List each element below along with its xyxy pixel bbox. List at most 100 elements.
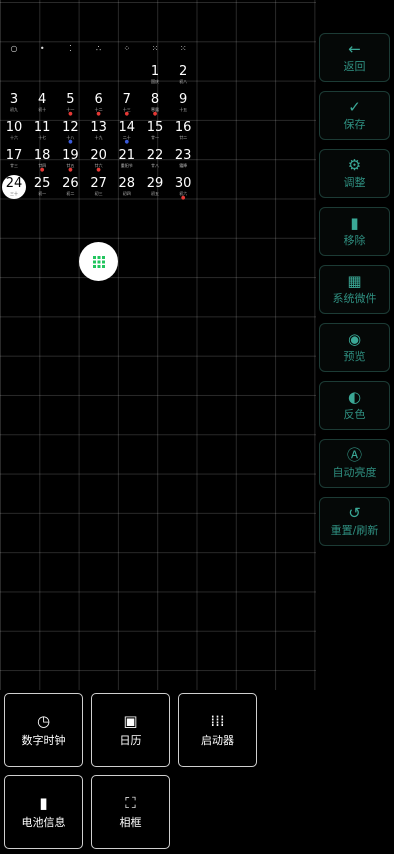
calendar-day[interactable]: 9 十五 bbox=[169, 93, 197, 121]
sidebar-button-label: 调整 bbox=[343, 176, 366, 189]
calendar-day[interactable]: 2 初八 bbox=[169, 65, 197, 93]
calendar-day[interactable]: 26 初二 bbox=[56, 177, 84, 205]
calendar-day[interactable]: 4 初十 bbox=[28, 93, 56, 121]
sidebar-button-check[interactable]: ✓ 保存 bbox=[319, 91, 390, 140]
event-marker: ● bbox=[152, 111, 158, 117]
day-number: 24 bbox=[5, 176, 23, 191]
event-marker: ● bbox=[181, 195, 186, 201]
calendar-day-today[interactable]: 24 三十 bbox=[0, 175, 28, 205]
calendar-day[interactable]: 8 寒露 ● bbox=[141, 93, 169, 121]
sidebar-button-widgets[interactable]: ▦ 系统微件 bbox=[319, 265, 390, 314]
moon-phase-icon: ⁙ bbox=[151, 44, 159, 53]
calendar-day[interactable]: 1 国庆 bbox=[141, 65, 169, 93]
sidebar-button-label: 保存 bbox=[343, 118, 366, 131]
day-number: 29 bbox=[146, 176, 164, 191]
calendar-day[interactable]: 12 十八 ● bbox=[56, 121, 84, 149]
calendar-day[interactable]: 16 廿二 bbox=[169, 121, 197, 149]
day-number: 30 bbox=[174, 176, 192, 191]
launcher-fab-button[interactable] bbox=[79, 242, 118, 281]
moon-phase-icon: • bbox=[39, 44, 45, 53]
widget-tile-calendar[interactable]: ▣ 日历 bbox=[91, 693, 170, 767]
day-number: 22 bbox=[146, 148, 164, 163]
calendar-day[interactable]: 18 廿四 ● bbox=[28, 149, 56, 177]
calendar-day[interactable]: 19 廿五 ● bbox=[56, 149, 84, 177]
day-number: 11 bbox=[33, 120, 51, 135]
moon-phase-icon: ⁙ bbox=[179, 44, 187, 53]
calendar-day[interactable]: 23 霜降 bbox=[169, 149, 197, 177]
lunar-date-label: 初九 bbox=[10, 107, 18, 112]
calendar-day[interactable]: 30 初六 ● bbox=[169, 177, 197, 205]
sidebar-button-trash[interactable]: ▮ 移除 bbox=[319, 207, 390, 256]
lunar-date-label: 国庆 bbox=[151, 79, 159, 84]
calendar-day[interactable]: 20 廿六 ● bbox=[85, 149, 113, 177]
check-icon: ✓ bbox=[348, 98, 361, 116]
calendar-day[interactable]: 3 初九 bbox=[0, 93, 28, 121]
widget-tile-grid[interactable]: ⁞⁞⁞ 启动器 bbox=[178, 693, 257, 767]
day-number: 18 bbox=[33, 148, 51, 163]
event-marker: ● bbox=[68, 167, 73, 173]
sidebar-button-contrast[interactable]: ◐ 反色 bbox=[319, 381, 390, 430]
auto-brightness-icon: Ⓐ bbox=[346, 446, 362, 464]
day-number: 20 bbox=[90, 148, 107, 163]
day-number: 12 bbox=[62, 120, 79, 135]
widgets-icon: ▦ bbox=[347, 272, 362, 290]
event-marker: ● bbox=[40, 167, 45, 173]
day-number: 21 bbox=[118, 148, 136, 163]
calendar-day[interactable]: 11 十七 bbox=[28, 121, 56, 149]
sidebar-button-label: 返回 bbox=[343, 60, 366, 73]
lunar-date-label: 重阳节 bbox=[120, 163, 133, 168]
event-marker: ● bbox=[124, 139, 129, 145]
sidebar-button-gear[interactable]: ⚙ 调整 bbox=[319, 149, 390, 198]
lunar-date-label: 三十 bbox=[10, 191, 18, 196]
sidebar-button-arrow-left[interactable]: ← 返回 bbox=[319, 33, 390, 82]
day-number: 17 bbox=[5, 148, 23, 163]
moon-phase-icon: ⁚ bbox=[69, 44, 72, 53]
day-number: 25 bbox=[33, 176, 51, 191]
widget-tile-battery[interactable]: ▮ 电池信息 bbox=[4, 775, 83, 849]
calendar-day[interactable]: 14 二十 ● bbox=[113, 121, 141, 149]
day-number: 5 bbox=[66, 92, 75, 107]
reset-icon: ↺ bbox=[348, 504, 361, 522]
sidebar-button-label: 反色 bbox=[343, 408, 366, 421]
day-number: 15 bbox=[146, 120, 164, 135]
event-marker: ● bbox=[124, 111, 129, 117]
calendar-day[interactable]: 28 初四 bbox=[113, 177, 141, 205]
calendar-day[interactable]: 17 廿三 bbox=[0, 149, 28, 177]
widget-tile-frame[interactable]: ⛶ 相框 bbox=[91, 775, 170, 849]
sidebar-button-eye[interactable]: ◉ 预览 bbox=[319, 323, 390, 372]
calendar-day[interactable]: 7 十三 ● bbox=[113, 93, 141, 121]
battery-icon: ▮ bbox=[39, 794, 48, 812]
lunar-date-label: 十五 bbox=[179, 107, 188, 112]
event-marker: ● bbox=[68, 139, 73, 145]
calendar-day[interactable]: 22 廿八 bbox=[141, 149, 169, 177]
event-marker: ● bbox=[68, 111, 73, 117]
day-number: 7 bbox=[122, 92, 131, 107]
grid-icon bbox=[92, 255, 105, 268]
lunar-date-label: 初八 bbox=[179, 79, 188, 84]
day-number: 9 bbox=[179, 92, 188, 107]
sidebar-button-label: 系统微件 bbox=[332, 292, 377, 305]
day-number: 8 bbox=[150, 92, 160, 107]
calendar-day[interactable]: 5 十一 ● bbox=[56, 93, 84, 121]
widget-tile-clock[interactable]: ◷ 数字时钟 bbox=[4, 693, 83, 767]
calendar-day[interactable]: 10 十六 bbox=[0, 121, 28, 149]
calendar-day[interactable]: 25 初一 bbox=[28, 177, 56, 205]
sidebar-button-label: 重置/刷新 bbox=[330, 524, 379, 537]
lunar-date-label: 初一 bbox=[38, 191, 47, 196]
arrow-left-icon: ← bbox=[348, 40, 361, 58]
calendar-day[interactable]: 21 重阳节 bbox=[113, 149, 141, 177]
day-number: 19 bbox=[62, 148, 79, 163]
calendar-day[interactable]: 27 初三 bbox=[85, 177, 113, 205]
calendar-day[interactable]: 29 初五 bbox=[141, 177, 169, 205]
calendar-day[interactable]: 13 十九 bbox=[85, 121, 113, 149]
calendar-day[interactable]: 6 十二 ● bbox=[85, 93, 113, 121]
gear-icon: ⚙ bbox=[347, 156, 362, 174]
calendar-day[interactable]: 15 廿一 bbox=[141, 121, 169, 149]
sidebar-button-auto-brightness[interactable]: Ⓐ 自动亮度 bbox=[319, 439, 390, 488]
lunar-date-label: 十九 bbox=[94, 135, 103, 140]
sidebar-button-reset[interactable]: ↺ 重置/刷新 bbox=[319, 497, 390, 546]
trash-icon: ▮ bbox=[350, 214, 359, 232]
sidebar-button-label: 预览 bbox=[343, 350, 366, 363]
day-number: 27 bbox=[90, 176, 107, 191]
day-number: 6 bbox=[94, 92, 103, 107]
